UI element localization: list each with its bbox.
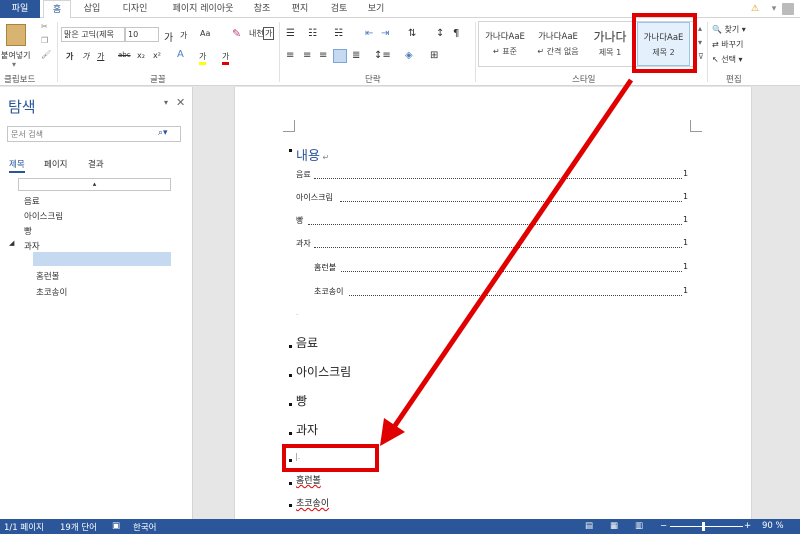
zoom-slider[interactable] — [670, 526, 743, 527]
print-layout-icon[interactable]: ▦ — [610, 521, 618, 531]
language[interactable]: 한국어 — [133, 521, 156, 533]
zoom-level[interactable]: 90 % — [762, 521, 784, 531]
zoom-out-icon[interactable]: − — [660, 521, 667, 531]
zoom-in-icon[interactable]: + — [744, 521, 751, 531]
annotation-arrow — [380, 78, 634, 446]
word-count[interactable]: 19개 단어 — [60, 521, 97, 533]
zoom-slider-thumb[interactable] — [702, 522, 705, 531]
status-bar: 1/1 페이지 19개 단어 ▣ 한국어 ▤ ▦ ▥ − + 90 % — [0, 519, 800, 534]
page-count[interactable]: 1/1 페이지 — [4, 521, 44, 533]
read-mode-icon[interactable]: ▤ — [585, 521, 593, 531]
web-layout-icon[interactable]: ▥ — [635, 521, 643, 531]
proofing-icon[interactable]: ▣ — [112, 521, 120, 531]
